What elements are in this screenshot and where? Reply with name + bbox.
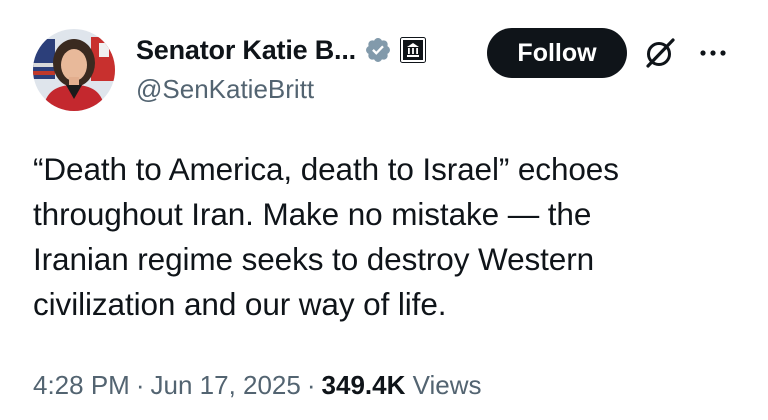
author-display-name[interactable]: Senator Katie B... xyxy=(136,35,356,66)
follow-button[interactable]: Follow xyxy=(487,28,627,78)
government-building-icon xyxy=(399,37,426,63)
tweet-text-line: Iranian regime seeks to destroy Western xyxy=(33,241,595,277)
verified-badge-icon[interactable] xyxy=(364,36,392,64)
tweet-card: Senator Katie B... @SenKatieBritt Follow xyxy=(0,0,768,420)
tweet-text: “Death to America, death to Israel” echo… xyxy=(33,147,733,327)
views-count[interactable]: 349.4K xyxy=(322,370,406,400)
tweet-text-line: throughout Iran. Make no mistake — the xyxy=(33,196,592,232)
author-name-row: Senator Katie B... xyxy=(136,30,426,70)
grok-icon[interactable] xyxy=(643,36,677,70)
author-avatar[interactable] xyxy=(33,29,115,111)
author-handle[interactable]: @SenKatieBritt xyxy=(136,74,314,105)
views-label: Views xyxy=(412,370,482,400)
tweet-text-line: civilization and our way of life. xyxy=(33,286,447,322)
meta-separator: · xyxy=(135,370,145,400)
tweet-date[interactable]: Jun 17, 2025 xyxy=(151,370,301,400)
tweet-time[interactable]: 4:28 PM xyxy=(33,370,130,400)
tweet-metadata: 4:28 PM · Jun 17, 2025 · 349.4K Views xyxy=(33,370,482,401)
more-options-icon[interactable] xyxy=(695,40,731,66)
tweet-text-line: “Death to America, death to Israel” echo… xyxy=(33,151,619,187)
profile-photo-icon xyxy=(33,29,115,111)
meta-separator: · xyxy=(306,370,316,400)
